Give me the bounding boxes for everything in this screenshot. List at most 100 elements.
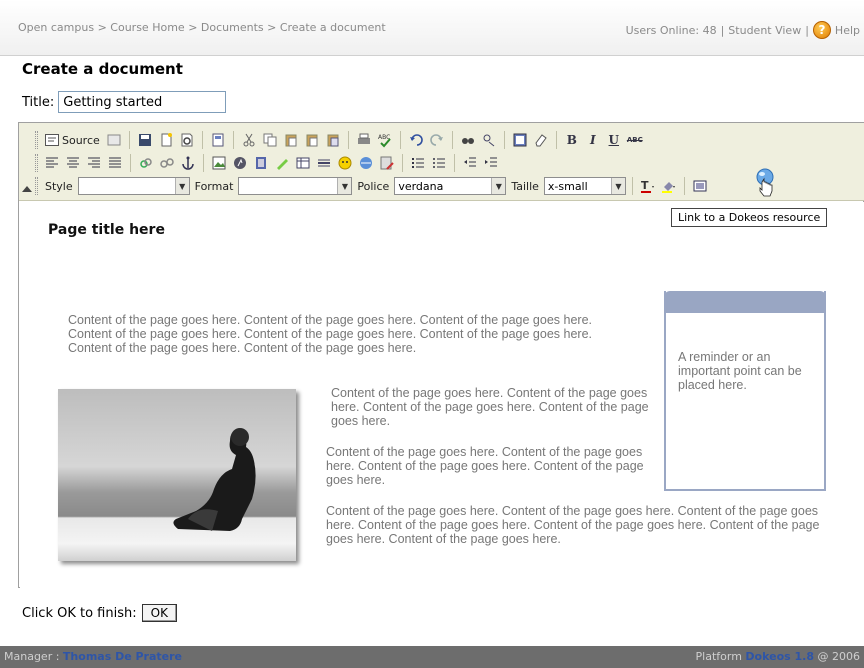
toolbar-separator bbox=[128, 131, 130, 149]
paragraph-3: Content of the page goes here. Content o… bbox=[326, 445, 644, 487]
reminder-box-header bbox=[664, 291, 826, 313]
paste-icon[interactable] bbox=[282, 131, 300, 149]
title-row: Title: bbox=[22, 91, 227, 113]
underline-button[interactable]: U bbox=[605, 131, 623, 149]
align-center-icon[interactable] bbox=[64, 154, 82, 172]
toolbar-separator bbox=[399, 131, 401, 149]
italic-button[interactable]: I bbox=[584, 131, 602, 149]
title-label: Title: bbox=[22, 94, 55, 110]
table-icon[interactable] bbox=[294, 154, 312, 172]
undo-icon[interactable] bbox=[407, 131, 425, 149]
page-break-icon[interactable] bbox=[378, 154, 396, 172]
breadcrumb-separator: > bbox=[188, 21, 198, 34]
numbered-list-icon[interactable] bbox=[409, 154, 427, 172]
toolbar-separator bbox=[130, 154, 131, 172]
text-color-icon[interactable]: T bbox=[639, 177, 657, 195]
background-color-icon[interactable] bbox=[660, 177, 678, 195]
platform-name-link[interactable]: Dokeos 1.8 bbox=[745, 650, 814, 663]
toolbar-grip bbox=[35, 177, 38, 195]
print-icon[interactable] bbox=[355, 131, 373, 149]
anchor-icon[interactable] bbox=[179, 154, 197, 172]
size-value: x-small bbox=[547, 179, 588, 193]
style-select[interactable]: ▼ bbox=[77, 177, 190, 195]
title-input[interactable] bbox=[58, 91, 227, 113]
unlink-icon[interactable] bbox=[158, 154, 176, 172]
toolbar-separator bbox=[201, 131, 203, 149]
paragraph-2: Content of the page goes here. Content o… bbox=[331, 386, 649, 428]
format-select[interactable]: ▼ bbox=[238, 177, 353, 195]
breadcrumb-create-document: Create a document bbox=[279, 21, 386, 34]
preview-icon[interactable] bbox=[178, 131, 196, 149]
font-select[interactable]: verdana ▼ bbox=[394, 177, 507, 195]
manager-name-link[interactable]: Thomas De Pratere bbox=[63, 650, 182, 663]
paste-word-icon[interactable] bbox=[324, 131, 342, 149]
chevron-down-icon: ▼ bbox=[174, 178, 189, 194]
outdent-icon[interactable] bbox=[461, 154, 479, 172]
image-icon[interactable] bbox=[210, 154, 228, 172]
ok-button[interactable]: OK bbox=[141, 604, 177, 622]
breadcrumb-course-home[interactable]: Course Home bbox=[110, 21, 184, 34]
breadcrumb-open-campus[interactable]: Open campus bbox=[18, 21, 94, 34]
top-bar: Open campus > Course Home > Documents > … bbox=[0, 0, 864, 56]
remove-format-icon[interactable] bbox=[532, 131, 550, 149]
size-select[interactable]: x-small ▼ bbox=[543, 177, 626, 195]
toolbar-row-1: Source ABC B I U ABC bbox=[35, 129, 644, 151]
replace-icon[interactable] bbox=[480, 131, 498, 149]
source-button[interactable]: Source bbox=[43, 134, 102, 147]
help-link[interactable]: Help bbox=[835, 24, 860, 37]
toolbar-grip bbox=[35, 131, 38, 149]
strikethrough-button[interactable]: ABC bbox=[626, 131, 644, 149]
toolbar-separator bbox=[683, 177, 685, 195]
indent-icon[interactable] bbox=[482, 154, 500, 172]
find-icon[interactable] bbox=[459, 131, 477, 149]
student-view-link[interactable]: Student View bbox=[728, 24, 801, 37]
special-char-icon[interactable] bbox=[357, 154, 375, 172]
chevron-down-icon: ▼ bbox=[491, 178, 506, 194]
footer-platform: Platform Dokeos 1.8 @ 2006 bbox=[696, 650, 860, 663]
bold-button[interactable]: B bbox=[563, 131, 581, 149]
font-label: Police bbox=[357, 179, 390, 193]
format-label: Format bbox=[194, 179, 234, 193]
footer: Manager : Thomas De Pratere Platform Dok… bbox=[0, 646, 864, 668]
fullscreen-icon[interactable] bbox=[691, 177, 709, 195]
dokeos-resource-link-icon[interactable] bbox=[753, 168, 777, 198]
toolbar-grip bbox=[35, 154, 38, 172]
spellcheck-icon[interactable]: ABC bbox=[376, 131, 394, 149]
smiley-icon[interactable] bbox=[336, 154, 354, 172]
new-page-icon[interactable] bbox=[157, 131, 175, 149]
help-icon[interactable]: ? bbox=[812, 21, 831, 39]
save-template-icon[interactable] bbox=[105, 131, 123, 149]
mindmap-icon[interactable] bbox=[273, 154, 291, 172]
finish-label: Click OK to finish: bbox=[22, 605, 137, 621]
flash-icon[interactable] bbox=[231, 154, 249, 172]
toolbar-separator bbox=[203, 154, 204, 172]
horizontal-rule-icon[interactable] bbox=[315, 154, 333, 172]
align-left-icon[interactable] bbox=[43, 154, 61, 172]
chevron-down-icon: ▼ bbox=[610, 178, 625, 194]
save-icon[interactable] bbox=[136, 131, 154, 149]
users-online: Users Online: 48 bbox=[625, 23, 717, 37]
editor-content-area[interactable]: Page title here Content of the page goes… bbox=[20, 202, 864, 588]
paste-text-icon[interactable] bbox=[303, 131, 321, 149]
breadcrumb: Open campus > Course Home > Documents > … bbox=[18, 21, 386, 34]
header-separator: | bbox=[805, 23, 809, 37]
templates-icon[interactable] bbox=[209, 131, 227, 149]
platform-label: Platform bbox=[695, 650, 742, 663]
justify-icon[interactable] bbox=[106, 154, 124, 172]
link-icon[interactable] bbox=[137, 154, 155, 172]
video-icon[interactable] bbox=[252, 154, 270, 172]
cut-icon[interactable] bbox=[240, 131, 258, 149]
copy-icon[interactable] bbox=[261, 131, 279, 149]
footer-manager: Manager : Thomas De Pratere bbox=[4, 650, 182, 663]
breadcrumb-documents[interactable]: Documents bbox=[201, 21, 264, 34]
align-right-icon[interactable] bbox=[85, 154, 103, 172]
platform-year: @ 2006 bbox=[817, 650, 861, 663]
style-label: Style bbox=[45, 179, 73, 193]
bullet-list-icon[interactable] bbox=[430, 154, 448, 172]
toolbar-separator bbox=[347, 131, 349, 149]
redo-icon[interactable] bbox=[428, 131, 446, 149]
select-all-icon[interactable] bbox=[511, 131, 529, 149]
breadcrumb-separator: > bbox=[267, 21, 277, 34]
collapse-toolbar-icon[interactable] bbox=[22, 186, 32, 192]
document-heading: Page title here bbox=[48, 222, 165, 238]
